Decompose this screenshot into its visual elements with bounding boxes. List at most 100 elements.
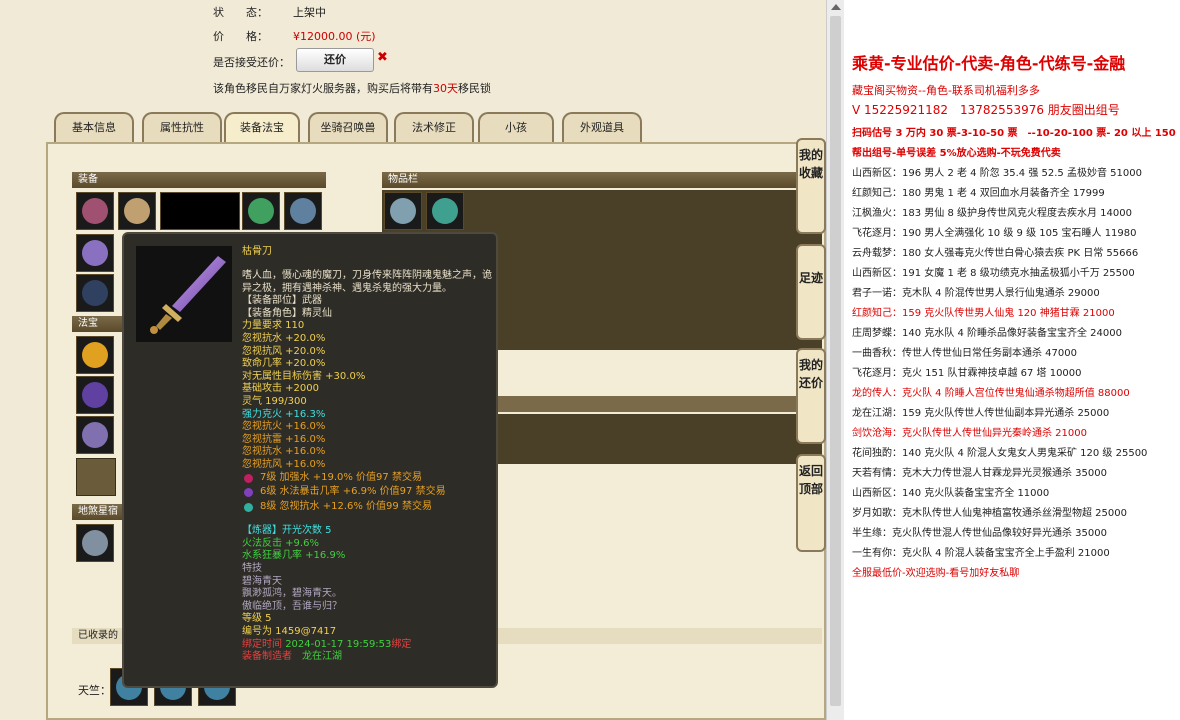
skill-name: 碧海青天 — [242, 575, 282, 587]
price-value: ¥12000.00 (元) — [293, 30, 376, 43]
listing-item: 山西新区：196 男人 2 老 4 阶忽 35.4 强 52.5 孟极妙音 51… — [852, 168, 1142, 179]
gem-teal-icon — [244, 502, 253, 512]
listing-item: 君子一诺：克木队 4 阶混传世男人景行仙鬼通杀 29000 — [852, 288, 1100, 299]
stat-strong-fire: 强力克火 +16.3% — [242, 408, 326, 420]
price-label: 价 格： — [213, 30, 268, 43]
gem-text: 7级 加强水 +19.0% 价值97 禁交易 — [260, 471, 422, 483]
listing-item: 山西新区：191 女魔 1 老 8 级功绩克水抽孟极狐小千万 25500 — [852, 268, 1135, 279]
tianzhu-label: 天竺： — [78, 684, 111, 697]
listing-item: 天若有情：克木大力传世混人甘霖龙异光灵猴通杀 35000 — [852, 468, 1107, 479]
tooltip-body: 嗜人血，慑心魂的魔刀，刀身传来阵阵阴魂鬼魅之声，诡异之极，拥有遇神杀神、遇鬼杀鬼… — [242, 270, 494, 664]
skill-poem: 傲临绝顶，吾谁与归？ — [242, 600, 342, 612]
status-label: 状 态： — [213, 6, 268, 19]
notes-title: 乘黄-专业估价-代卖-角色-代练号-金融 — [852, 54, 1126, 73]
stat-line: 致命几率 +20.0% — [242, 358, 326, 370]
bound-time: 2024-01-17 19:59:53 — [285, 638, 392, 650]
equip-slot-1[interactable] — [76, 192, 114, 230]
stat-line: 忽视抗风 +20.0% — [242, 345, 326, 357]
equipment-header: 装备 — [72, 172, 326, 188]
migration-suffix: 移民锁 — [458, 82, 491, 95]
listing-item: 飞花逐月：克火 151 队甘霖神技卓越 67 塔 10000 — [852, 368, 1082, 379]
equip-slot-weapon[interactable] — [76, 234, 114, 272]
bound-label: 绑定时间 — [242, 638, 282, 650]
equip-slot-figure — [160, 192, 240, 230]
forge-stat: 水系狂暴几率 +16.9% — [242, 550, 346, 562]
listing-item: 一曲香秋：传世人传世仙日常任务副本通杀 47000 — [852, 348, 1077, 359]
weapon-image — [136, 246, 232, 342]
gem-text: 6级 水法暴击几率 +6.9% 价值97 禁交易 — [260, 486, 446, 498]
listing-item: 一生有你：克火队 4 阶混人装备宝宝齐全上手盈利 21000 — [852, 548, 1110, 559]
bound-tag: 绑定 — [391, 638, 412, 650]
status-row: 状 态： 上架中 — [213, 4, 326, 20]
tab-spell-correction[interactable]: 法术修正 — [394, 112, 474, 142]
treasure-slot-3[interactable] — [76, 416, 114, 454]
gem-purple-icon — [244, 488, 253, 498]
listing-item: 红颜知己：180 男鬼 1 老 4 双回血水月装备齐全 17999 — [852, 188, 1105, 199]
side-footprint[interactable]: 足迹 — [796, 244, 826, 340]
notes-sub1: 藏宝阁买物资--角色-联系司机福利多多 — [852, 84, 1040, 97]
stat-line-orange: 忽视抗风 +16.0% — [242, 458, 326, 470]
treasure-slot-1[interactable] — [76, 336, 114, 374]
counter-offer-button[interactable]: 还价 — [296, 48, 374, 72]
scroll-up-icon[interactable] — [831, 4, 841, 10]
listing-item: 庄周梦蝶：140 克水队 4 阶睡杀品像好装备宝宝齐全 24000 — [852, 328, 1122, 339]
tooltip-text: 枯骨刀 — [242, 246, 494, 259]
migration-days: 30天 — [433, 82, 458, 95]
item-role: 【装备角色】精灵仙 — [242, 307, 332, 319]
listing-item: 云舟载梦：180 女人强毒克火传世白骨心猿去疾 PK 日常 55666 — [852, 248, 1139, 259]
listing-item: 半生缘：克火队传世混人传世仙品像较好异光通杀 35000 — [852, 528, 1107, 539]
inventory-item-1[interactable] — [384, 192, 422, 230]
vertical-scrollbar[interactable] — [826, 0, 844, 720]
tab-basic-info[interactable]: 基本信息 — [54, 112, 134, 142]
inventory-item-2[interactable] — [426, 192, 464, 230]
listing-item: 龙的传人：克火队 4 阶睡人宫位传世鬼仙通杀物超所值 88000 — [852, 388, 1130, 399]
item-name: 枯骨刀 — [242, 246, 272, 257]
listing-item: 全服最低价-欢迎选购-看号加好友私聊 — [852, 568, 1020, 579]
item-slot: 【装备部位】武器 — [242, 295, 322, 307]
gem-line: 6级 水法暴击几率 +6.9% 价值97 禁交易 — [242, 486, 494, 499]
skill-label: 特技 — [242, 563, 262, 575]
notes-promo2: 帮出组号-单号误差 5%放心选购-不玩免费代卖 — [852, 148, 1061, 159]
power-requirement: 力量要求 110 — [242, 320, 305, 332]
forge-line: 【炼器】开光次数 5 — [242, 525, 494, 538]
tab-attributes[interactable]: 属性抗性 — [142, 112, 222, 142]
item-tooltip: 枯骨刀 嗜人血，慑心魂的魔刀，刀身传来阵阵阴魂鬼魅之声，诡异之极，拥有遇神杀神、… — [122, 232, 498, 688]
equip-slot-4[interactable] — [284, 192, 322, 230]
status-value: 上架中 — [293, 6, 326, 19]
gem-text: 8级 忽视抗水 +12.6% 价值99 禁交易 — [260, 500, 432, 512]
listing-item: 龙在江湖：159 克火队传世人传世仙副本异光通杀 25000 — [852, 408, 1110, 419]
item-description: 嗜人血，慑心魂的魔刀，刀身传来阵阵阴魂鬼魅之声，诡异之极，拥有遇神杀神、遇鬼杀鬼… — [242, 270, 492, 294]
equip-slot-2[interactable] — [118, 192, 156, 230]
listing-item: 飞花逐月：190 男人全满强化 10 级 9 级 105 宝石睡人 11980 — [852, 228, 1137, 239]
forge-stat: 火法反击 +9.6% — [242, 537, 319, 549]
tab-equipment[interactable]: 装备法宝 — [224, 112, 300, 142]
stat-line: 忽视抗水 +20.0% — [242, 332, 326, 344]
listing-item: 山西新区：140 克火队装备宝宝齐全 11000 — [852, 488, 1050, 499]
price-row: 价 格： ¥12000.00 (元) — [213, 28, 376, 44]
equip-slot-3[interactable] — [242, 192, 280, 230]
accept-offer-label: 是否接受还价： — [213, 56, 290, 69]
side-back-to-top[interactable]: 返回顶部 — [796, 454, 826, 552]
stat-line-orange: 忽视抗火 +16.0% — [242, 421, 326, 433]
treasure-slot-2[interactable] — [76, 376, 114, 414]
stat-line: 基础攻击 +2000 — [242, 383, 320, 395]
tab-children[interactable]: 小孩 — [478, 112, 554, 142]
side-my-offers[interactable]: 我的还价 — [796, 348, 826, 444]
tab-appearance[interactable]: 外观道具 — [562, 112, 642, 142]
scroll-thumb[interactable] — [830, 16, 841, 706]
migration-notice: 该角色移民自万家灯火服务器，购买后将带有30天移民锁 — [213, 80, 491, 96]
side-my-favorites[interactable]: 我的收藏 — [796, 138, 826, 234]
treasure-slot-4[interactable] — [76, 458, 116, 496]
gem-line: 7级 加强水 +19.0% 价值97 禁交易 — [242, 472, 494, 485]
listing-item: 岁月如歌：克木队传世人仙鬼神植富牧通杀丝滑型物超 25000 — [852, 508, 1127, 519]
gem-red-icon — [244, 473, 253, 483]
equip-slot-5[interactable] — [76, 274, 114, 312]
tab-mounts-pets[interactable]: 坐骑召唤兽 — [308, 112, 388, 142]
migration-prefix: 该角色移民自万家灯火服务器，购买后将带有 — [213, 82, 433, 95]
stat-line-orange: 忽视抗雷 +16.0% — [242, 433, 326, 445]
reserved-slot-1[interactable] — [76, 524, 114, 562]
listing-item: 花间独酌：140 克火队 4 阶混人女鬼女人男鬼采矿 120 级 25500 — [852, 448, 1148, 459]
notes-phone: V 15225921182 13782553976 朋友圈出组号 — [852, 103, 1120, 117]
skill-poem: 飘渺孤鸿，碧海青天。 — [242, 588, 342, 600]
bound-line: 绑定时间 2024-01-17 19:59:53绑定 — [242, 639, 494, 652]
